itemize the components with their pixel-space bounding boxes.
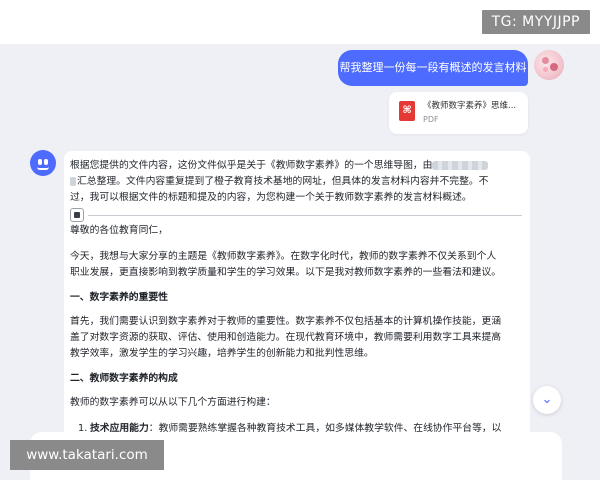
- user-message-bubble: 帮我整理一份每一段有概述的发言材料: [338, 50, 528, 86]
- answer-intro: 根据您提供的文件内容，这份文件似乎是关于《教师数字素养》的一个思维导图，由 汇总…: [70, 158, 522, 206]
- heading-composition: 二、教师数字素养的构成: [70, 373, 178, 384]
- pdf-icon: ⌘: [399, 101, 415, 121]
- watermark-site: www.takatari.com: [10, 440, 164, 470]
- intro-line2: 汇总整理。文件内容重复提到了橙子教育技术基地的网址，但具体的发言材料内容并不完整…: [77, 176, 489, 187]
- redacted-blur: [432, 160, 489, 170]
- assistant-avatar: [30, 150, 56, 176]
- redacted-blur: [70, 176, 76, 186]
- p3: 教师的数字素养可以从以下几个方面进行构建：: [70, 397, 276, 408]
- copy-icon[interactable]: [70, 208, 84, 222]
- divider-line: [88, 215, 522, 216]
- p1-line2: 职业发展，更直接影响到教学质量和学生的学习效果。以下是我对教师数字素养的一些看法…: [70, 267, 502, 278]
- heading-importance: 一、数字素养的重要性: [70, 292, 168, 303]
- p2-line3: 教学效率，激发学生的学习兴趣，培养学生的创新能力和批判性思维。: [70, 348, 374, 359]
- greeting-section: 尊敬的各位教育同仁，: [70, 223, 522, 239]
- user-avatar[interactable]: [534, 50, 564, 80]
- attachment-card[interactable]: ⌘ 《教师数字素养》思维... PDF: [389, 92, 528, 134]
- attachment-name: 《教师数字素养》思维...: [423, 101, 517, 111]
- greeting: 尊敬的各位教育同仁，: [70, 225, 168, 236]
- attachment-type: PDF: [423, 115, 439, 124]
- scroll-to-bottom-button[interactable]: ⌄: [533, 386, 561, 414]
- heading-1: 一、数字素养的重要性: [70, 290, 522, 306]
- heading-2: 二、教师数字素养的构成: [70, 371, 522, 387]
- assistant-answer-card: 根据您提供的文件内容，这份文件似乎是关于《教师数字素养》的一个思维导图，由 汇总…: [64, 151, 530, 451]
- p1-line1: 今天，我想与大家分享的主题是《教师数字素养》。在数字化时代，教师的数字素养不仅关…: [70, 251, 497, 262]
- intro-line1: 根据您提供的文件内容，这份文件似乎是关于《教师数字素养》的一个思维导图，由: [70, 160, 433, 171]
- p2-line2: 盖了对数字资源的获取、评估、使用和创造能力。在现代教育环境中，教师需要利用数字工…: [70, 332, 502, 343]
- divider-row: [70, 208, 522, 222]
- watermark-tg: TG: MYYJJPP: [481, 10, 590, 34]
- paragraph-1: 今天，我想与大家分享的主题是《教师数字素养》。在数字化时代，教师的数字素养不仅关…: [70, 249, 522, 281]
- intro-line3: 过，我可以根据文件的标题和提及的内容，为您构建一个关于教师数字素养的发言材料概述…: [70, 192, 472, 203]
- double-chevron-down-icon: ⌄: [541, 392, 553, 407]
- paragraph-3: 教师的数字素养可以从以下几个方面进行构建：: [70, 395, 522, 411]
- paragraph-2: 首先，我们需要认识到数字素养对于教师的重要性。数字素养不仅包括基本的计算机操作技…: [70, 314, 522, 362]
- p2-line1: 首先，我们需要认识到数字素养对于教师的重要性。数字素养不仅包括基本的计算机操作技…: [70, 316, 502, 327]
